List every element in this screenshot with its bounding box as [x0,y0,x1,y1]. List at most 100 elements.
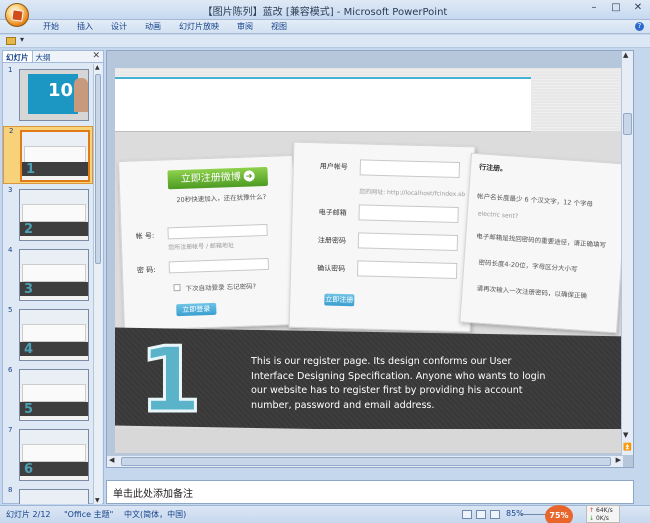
slide-thumbnail[interactable]: 5 4 [3,306,93,364]
slide-thumbnail[interactable]: 6 5 [3,366,93,424]
office-button[interactable] [5,3,29,27]
slide-number-graphic: 1 [138,328,204,433]
minimize-button[interactable]: – [588,2,600,13]
register-screenshot-card: 用户帐号 您的网址: http://localhost/fcindex.sb 电… [288,141,476,333]
tab-insert[interactable]: 插入 [68,21,102,33]
tab-design[interactable]: 设计 [102,21,136,33]
slide-sorter-icon[interactable] [476,510,486,519]
slide-canvas[interactable]: 立即注册微博 ➜ 20秒快速加入，还在犹豫什么? 帐 号: 您所注册帐号 / 邮箱… [115,68,625,453]
thumbnail-number-big: 6 [24,462,34,477]
tip-domain: electric sent? [477,210,519,221]
arrow-right-icon: ➜ [243,170,255,182]
slide-thumbnail[interactable]: 3 2 [3,186,93,244]
tab-view[interactable]: 视图 [262,21,296,33]
tip-password: 密码长度4-20位，字母区分大小写 [478,258,578,274]
scroll-up-icon[interactable]: ▲ [95,64,100,71]
quick-join-text: 20秒快速加入，还在犹豫什么? [176,192,267,205]
thumbnail-list: 1 10 2 1 3 2 4 3 5 4 6 5 7 6 8 [3,64,93,504]
username-input [359,159,460,179]
normal-view-icon[interactable] [462,510,472,519]
panel-tabs: 幻灯片 大纲 [3,51,103,63]
download-speed: 0K/s [596,515,609,522]
thumbnail-number: 4 [8,246,13,254]
slide-title-placeholder[interactable] [115,77,531,132]
confirm-password-input [356,260,458,279]
thumbnail-number-big: 5 [24,402,34,417]
slide-thumbnail[interactable]: 4 3 [3,246,93,304]
password-label: 密 码: [136,265,156,275]
window-controls: – □ ✕ [588,2,644,13]
slideshow-icon[interactable] [490,510,500,519]
password-input [168,257,269,274]
tab-animation[interactable]: 动画 [136,21,170,33]
tip-username: 帐户名长度最少 6 个汉文字，12 个字母 [476,192,594,209]
email-label: 电子邮箱 [318,208,347,218]
theme-name: "Office 主题" [64,510,114,519]
tips-title: 行注册。 [478,163,508,174]
language-indicator[interactable]: 中文(简体，中国) [124,509,186,520]
scroll-down-icon[interactable]: ▼ [623,431,628,439]
previous-slide-icon[interactable]: ⏫ [623,443,632,451]
tab-review[interactable]: 审阅 [228,21,262,33]
tab-slides[interactable]: 幻灯片 [3,51,33,62]
slide-thumbnail[interactable]: 8 [3,486,93,504]
tip-confirm: 请再次输入一次注册密码，以确保正确 [476,284,588,301]
reg-password-input [357,232,459,251]
ribbon-tabs: 开始 插入 设计 动画 幻灯片放映 审阅 视图 [34,21,296,33]
slide-position: 幻灯片 2/12 [6,510,51,519]
thumbnail-number: 8 [8,486,13,494]
editor-horizontal-scrollbar[interactable]: ◀ ▶ [107,455,623,467]
scroll-left-icon[interactable]: ◀ [109,456,114,464]
thumbnail-number: 7 [8,426,13,434]
scroll-down-icon[interactable]: ▼ [95,497,100,504]
scroll-right-icon[interactable]: ▶ [616,456,621,464]
tab-outline[interactable]: 大纲 [33,51,54,62]
confirm-password-label: 确认密码 [317,264,346,274]
panel-close-icon[interactable]: ✕ [92,51,100,61]
tip-email: 电子邮箱是找回密码的重要途径，请正确填写 [476,232,607,250]
scroll-thumb[interactable] [623,113,632,135]
slide-thumbnail[interactable]: 7 6 [3,426,93,484]
qat-customize-icon[interactable]: ▾ [20,35,24,44]
notes-placeholder: 单击此处添加备注 [113,489,193,500]
title-bar: 【图片陈列】蓝改 [兼容模式] - Microsoft PowerPoint –… [0,0,650,20]
thumbnail-number: 5 [8,306,13,314]
upload-arrow-icon: ↑ [589,507,595,514]
thumbnail-image: 3 [19,249,89,301]
thumbnail-number-big: 1 [26,162,36,177]
account-hint: 您所注册帐号 / 邮箱地址 [168,242,235,252]
thumbnail-image: 6 [19,429,89,481]
slide-thumbnail-selected[interactable]: 2 1 [3,126,93,184]
scroll-thumb[interactable] [121,457,611,466]
login-button: 立即登录 [176,302,217,317]
scroll-thumb[interactable] [95,74,101,264]
thumbnail-image: 5 [19,369,89,421]
thumbnail-number-big: 2 [24,222,34,237]
close-button[interactable]: ✕ [632,2,644,13]
thumbnail-image: 1 [20,130,90,182]
window-title: 【图片陈列】蓝改 [兼容模式] - Microsoft PowerPoint [202,7,448,18]
network-speed-widget: ↑ 64K/s ↓ 0K/s [586,505,620,523]
maximize-button[interactable]: □ [610,2,622,13]
editor-vertical-scrollbar[interactable]: ▲ ▼ ⏫ [621,51,633,455]
zoom-badge: 75% [545,505,573,523]
notes-pane[interactable]: 单击此处添加备注 [106,480,634,504]
panel-scrollbar[interactable]: ▲ ▼ [93,64,102,504]
slide-thumbnail[interactable]: 1 10 [3,66,93,124]
remember-checkbox [173,284,181,292]
remember-text: 下次自动登录 忘记密码? [185,282,257,293]
description-text[interactable]: This is our register page. Its design co… [251,355,551,413]
account-input [167,223,268,240]
tab-slideshow[interactable]: 幻灯片放映 [170,21,228,33]
thumbnail-title: 10 [48,80,74,101]
upload-speed: 64K/s [596,507,613,514]
thumbnail-number: 1 [8,66,13,74]
ribbon: 开始 插入 设计 动画 幻灯片放映 审阅 视图 ? [0,20,650,34]
help-icon[interactable]: ? [635,22,644,31]
thumbnail-number-big: 4 [24,342,34,357]
thumbnail-image: 2 [19,189,89,241]
tab-home[interactable]: 开始 [34,21,68,33]
folder-icon[interactable] [6,37,16,45]
scroll-up-icon[interactable]: ▲ [623,51,628,59]
slide-bottom-pattern [115,429,625,453]
